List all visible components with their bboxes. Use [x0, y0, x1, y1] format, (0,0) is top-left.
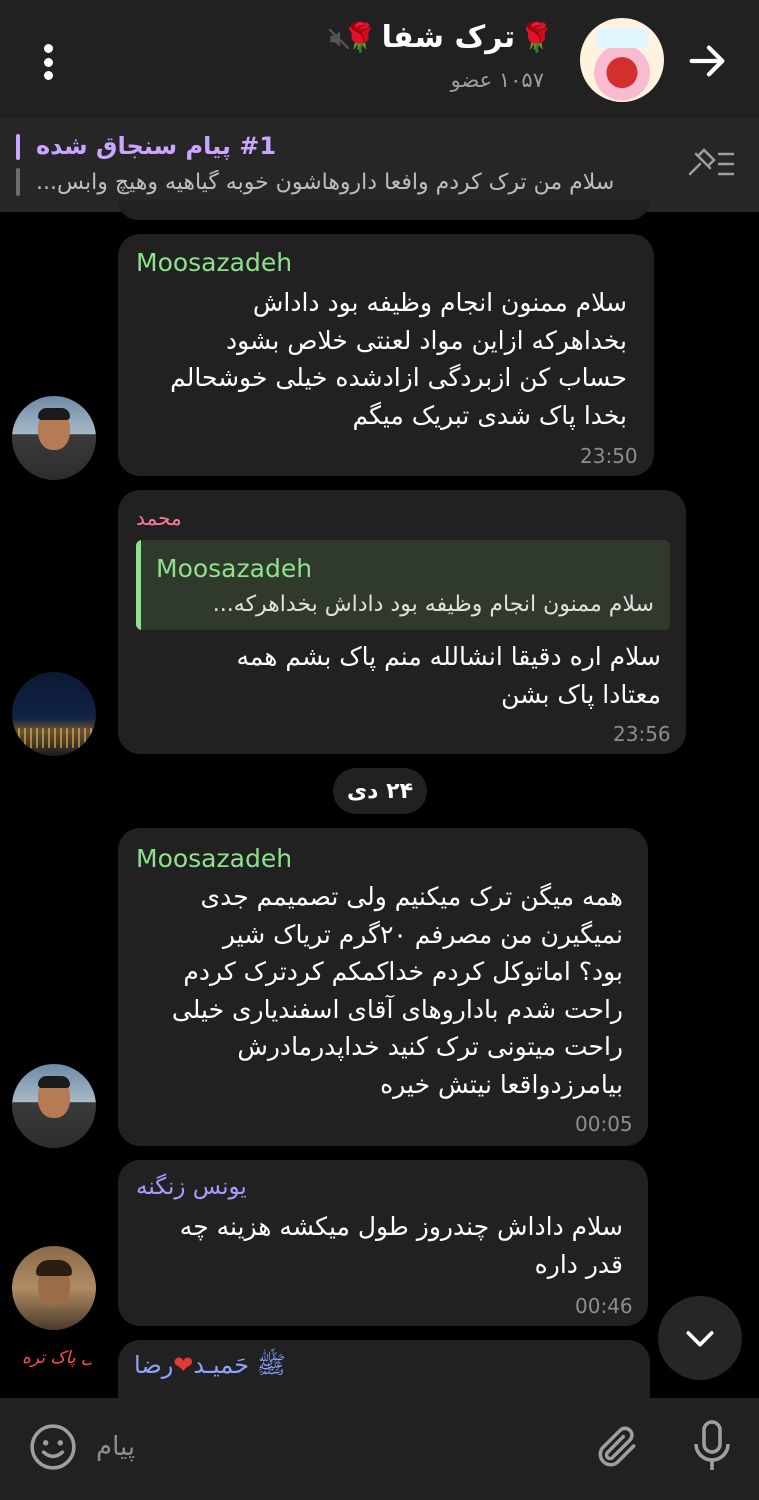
reply-preview[interactable]: Moosazadeh سلام ممنون انجام وظیفه بود دا… — [136, 540, 670, 630]
sender-name[interactable]: Moosazadeh — [136, 248, 292, 277]
message-line: بخداهرکه ازاین مواد لعنتی خلاص بشود — [225, 325, 627, 355]
message-text: سلام اره دقیقا انشالله منم پاک بشم همه م… — [121, 638, 661, 713]
pinned-indicator — [16, 134, 20, 196]
message-line: راحت شدم باداروهای آقای اسفندیاری خیلی — [171, 994, 623, 1024]
back-arrow-icon[interactable] — [684, 38, 730, 84]
user-avatar[interactable] — [12, 1246, 96, 1330]
more-menu-icon[interactable] — [30, 40, 66, 84]
message-line: بیامرزدواقعا نیتش خیره — [380, 1069, 623, 1099]
heart-icon: ❤ — [173, 1351, 194, 1379]
sender-name[interactable]: Moosazadeh — [136, 844, 292, 873]
message-line: حساب کن ازبردگی ازادشده خیلی خوشحالم — [170, 363, 627, 392]
sender-name[interactable]: یونس زنگنه — [136, 1174, 247, 1200]
avatar-text: حتی پاک تره — [22, 1348, 96, 1368]
user-avatar[interactable] — [12, 396, 96, 480]
message-line: سلام ممنون انجام وظیفه بود داداش — [252, 288, 627, 317]
date-separator: ۲۴ دی — [333, 768, 427, 814]
message-line: بود؟ اماتوکل کردم خداکمکم کردترک کردم — [183, 957, 623, 986]
pinned-text: سلام من ترک کردم وافعا داروهاشون خوبه گی… — [36, 170, 615, 195]
sender-name-part: ﷺ حَمیـد — [193, 1351, 286, 1379]
previous-message-bubble — [118, 200, 650, 220]
sender-name[interactable]: محمد — [136, 506, 182, 530]
member-count: ۱۰۵۷ عضو — [450, 68, 544, 92]
rose-icon: 🌹 — [519, 21, 554, 54]
message-text: همه میگن ترک میکنیم ولی تصمیمم جدی نمیگی… — [123, 878, 623, 1103]
message-text: سلام ممنون انجام وظیفه بود داداش بخداهرک… — [127, 284, 627, 434]
channel-avatar[interactable] — [580, 18, 664, 102]
channel-title-text: ترک شفا — [381, 20, 516, 55]
user-avatar[interactable]: حتی پاک تره — [12, 1340, 96, 1398]
sender-name[interactable]: ﷺ حَمیـد❤رضا — [134, 1350, 286, 1385]
message-line: معتادا پاک بشن — [501, 679, 661, 709]
sender-name-part: رضا — [134, 1351, 174, 1379]
channel-title[interactable]: 🌹 ترک شفا 🌹 — [343, 20, 554, 55]
user-avatar[interactable] — [12, 672, 96, 756]
message-line: نمیگیرن من مصرفم ۲۰گرم تریاک شیر — [222, 919, 623, 949]
pinned-list-icon[interactable] — [684, 144, 736, 184]
scroll-down-button[interactable] — [658, 1296, 742, 1380]
message-time: 00:05 — [575, 1112, 633, 1136]
message-line: سلام اره دقیقا انشالله منم پاک بشم همه — [236, 642, 661, 671]
reply-text: سلام ممنون انجام وظیفه بود داداش بخداهرک… — [212, 592, 654, 617]
message-input[interactable] — [96, 1424, 556, 1470]
reply-sender: Moosazadeh — [156, 554, 313, 583]
pinned-title: #1 پیام سنجاق شده — [36, 132, 277, 160]
message-time: 23:56 — [613, 722, 671, 746]
message-text: سلام داداش چندروز طول میکشه هزینه چه قدر… — [123, 1208, 623, 1283]
microphone-icon[interactable] — [688, 1418, 736, 1474]
message-line: بخدا پاک شدی تبریک میگم — [352, 400, 627, 430]
message-time: 23:50 — [580, 444, 638, 468]
chevron-down-icon — [686, 1331, 714, 1347]
rose-icon: 🌹 — [342, 21, 378, 54]
paperclip-icon[interactable] — [592, 1420, 642, 1474]
message-line: قدر داره — [534, 1249, 623, 1279]
message-line: راحت میتونی ترک کنید خداپدرمادرش — [237, 1032, 623, 1061]
message-line: سلام داداش چندروز طول میکشه هزینه چه — [179, 1212, 623, 1241]
message-line: همه میگن ترک میکنیم ولی تصمیمم جدی — [200, 882, 624, 911]
message-time: 00:46 — [575, 1294, 633, 1318]
smiley-icon[interactable] — [28, 1422, 78, 1472]
user-avatar[interactable] — [12, 1064, 96, 1148]
